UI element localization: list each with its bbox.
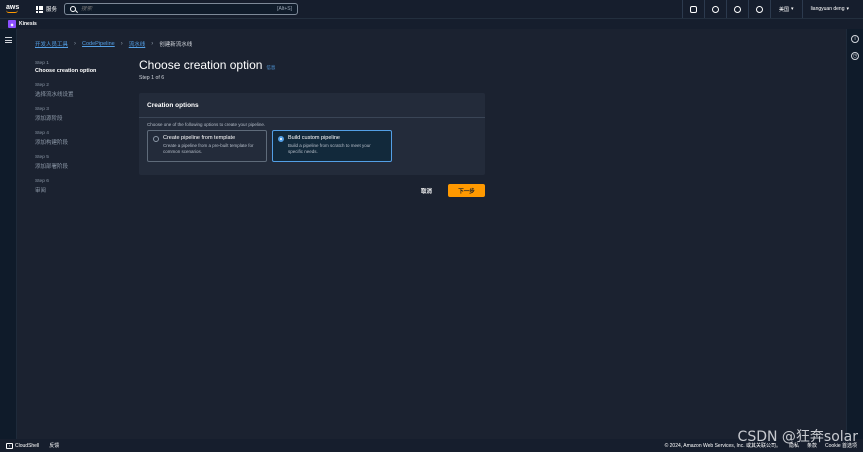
radio-button[interactable] [153,136,159,142]
chevron-right-icon: › [74,41,77,47]
cloudshell-icon: › [6,442,13,449]
main-content: 开发人员工具 › CodePipeline › 流水线 › 创建新流水线 Ste… [17,29,846,439]
step-4: Step 4 添加构建阶段 [35,131,135,146]
wizard-actions: 取消 下一步 [139,184,485,197]
step-5: Step 5 添加部署阶段 [35,155,135,170]
step-title: 添加源阶段 [35,116,63,122]
page-subtitle: Step 1 of 6 [139,75,165,81]
terminal-icon [690,5,698,13]
favorite-kinesis[interactable]: Kinesis [19,21,37,27]
breadcrumb-current: 创建新流水线 [159,42,193,48]
option-custom-tile[interactable]: Build custom pipeline Build a pipeline f… [272,130,392,162]
step-2: Step 2 选择流水线设置 [35,83,135,98]
breadcrumb-pipelines[interactable]: 流水线 [129,40,146,48]
apps-grid-icon [36,5,43,13]
left-rail [0,29,17,439]
step-number: Step 4 [35,131,49,136]
step-title: 审阅 [35,188,47,194]
step-1[interactable]: Step 1 Choose creation option [35,61,135,74]
step-6: Step 6 审阅 [35,179,135,194]
footer: › CloudShell 反馈 © 2024, Amazon Web Servi… [0,439,863,452]
panel-description: Choose one of the following options to c… [147,122,266,127]
feedback-link[interactable]: 反馈 [49,442,59,449]
step-number: Step 2 [35,83,49,88]
kinesis-icon: ◆ [8,20,16,28]
breadcrumb: 开发人员工具 › CodePipeline › 流水线 › 创建新流水线 [35,40,192,48]
chevron-down-icon: ▾ [846,6,849,12]
page-title-text: Choose creation option [139,58,263,72]
step-3: Step 3 添加源阶段 [35,107,135,122]
tile-title: Build custom pipeline [288,135,340,141]
aws-logo-text: aws [6,4,20,11]
region-label: 美国 [779,6,790,13]
info-icon[interactable]: i [851,35,859,43]
bell-icon [712,5,720,13]
step-number: Step 1 [35,61,49,66]
top-navigation: aws 服务 [Alt+S] 美国▾ liangyuan deng▾ [0,0,863,18]
tile-description: Build a pipeline from scratch to meet yo… [288,143,371,154]
step-title: 添加部署阶段 [35,164,69,170]
chevron-down-icon: ▾ [791,6,794,12]
cloudshell-button[interactable] [682,0,704,18]
creation-options-panel: Creation options Choose one of the follo… [139,93,485,175]
step-number: Step 5 [35,155,49,160]
option-tiles: Create pipeline from template Create a p… [139,127,485,162]
option-template-tile[interactable]: Create pipeline from template Create a p… [147,130,267,162]
top-right-controls: 美国 ▾ liangyuan deng ▾ [682,0,857,18]
help-button[interactable] [726,0,748,18]
breadcrumb-developer-tools[interactable]: 开发人员工具 [35,40,68,48]
settings-button[interactable] [748,0,770,18]
clock-icon[interactable]: ◷ [851,52,859,60]
help-icon [734,5,742,13]
step-number: Step 6 [35,179,49,184]
region-selector[interactable]: 美国 ▾ [770,0,802,18]
chevron-right-icon: › [120,41,123,47]
tile-title: Create pipeline from template [163,135,236,141]
account-menu[interactable]: liangyuan deng ▾ [801,0,857,18]
notifications-button[interactable] [704,0,726,18]
search-bar[interactable]: [Alt+S] [64,3,298,15]
next-button[interactable]: 下一步 [448,184,485,197]
breadcrumb-codepipeline[interactable]: CodePipeline [82,41,115,47]
cloudshell-link[interactable]: CloudShell [15,443,39,449]
chevron-right-icon: › [151,41,154,47]
wizard-steps: Step 1 Choose creation option Step 2 选择流… [35,61,135,203]
aws-logo[interactable]: aws [6,4,26,13]
tile-description: Create a pipeline from a pre-built templ… [163,143,254,154]
radio-button-selected[interactable] [278,136,284,142]
panel-header: Creation options [139,93,485,118]
step-title: 选择流水线设置 [35,92,74,98]
step-title: Choose creation option [35,68,97,74]
favorites-bar: ◆ Kinesis [0,18,863,29]
page-title: Choose creation option 信息 [139,58,275,72]
services-menu-button[interactable]: 服务 [36,5,57,13]
step-title: 添加构建阶段 [35,140,69,146]
csdn-watermark: CSDN @狂奔solar [737,429,858,445]
search-input[interactable] [81,6,278,12]
cancel-button[interactable]: 取消 [417,187,436,195]
search-icon [70,6,76,12]
step-number: Step 3 [35,107,49,112]
info-link[interactable]: 信息 [266,65,275,71]
search-shortcut: [Alt+S] [277,6,292,12]
menu-icon[interactable] [5,37,12,45]
gear-icon [756,5,764,13]
right-rail: i ◷ [846,29,863,439]
user-name: liangyuan deng [810,6,845,12]
services-label: 服务 [46,7,58,13]
